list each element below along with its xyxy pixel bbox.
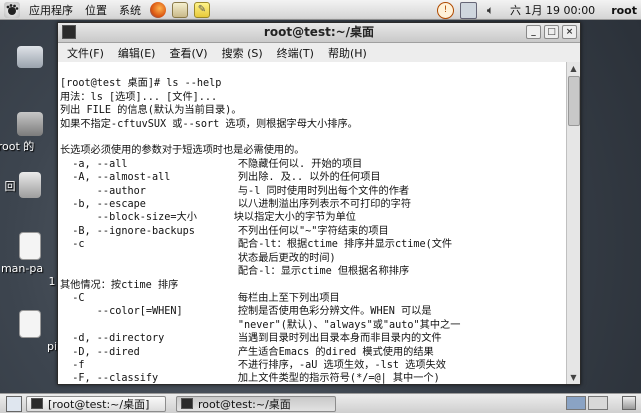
terminal-text: [root@test 桌面]# ls --help 用法：ls [选项]... […	[58, 62, 566, 384]
desktop-icon-label: root 的	[0, 140, 35, 153]
computer-icon	[17, 46, 43, 68]
minimize-button[interactable]: _	[526, 25, 541, 39]
taskbar-item-label: root@test:~/桌面	[198, 397, 291, 411]
scroll-down-arrow-icon[interactable]: ▼	[567, 371, 580, 384]
terminal-line: "never"(默认)、"always"或"auto"其中之一	[60, 319, 461, 331]
window-titlebar[interactable]: root@test:~/桌面 _ □ ×	[58, 23, 580, 43]
network-icon[interactable]	[460, 1, 477, 19]
terminal-line: -b, --escape 以八进制溢出序列表示不可打印的字符	[60, 199, 412, 211]
window-menubar: 文件(F) 编辑(E) 查看(V) 搜索 (S) 终端(T) 帮助(H)	[58, 43, 580, 63]
terminal-line: 长选项必须使用的参数对于短选项时也是必需使用的。	[60, 145, 305, 157]
desktop-icon-man-pages[interactable]: man-pa 1	[0, 232, 60, 288]
desktop-icon-trash[interactable]: 回	[0, 172, 60, 216]
menu-system[interactable]: 系统	[113, 2, 147, 18]
terminal-line: -c 配合-lt：根据ctime 排序并显示ctime(文件	[60, 239, 453, 251]
terminal-line: 其他情况：按ctime 排序	[60, 279, 179, 291]
window-title: root@test:~/桌面	[263, 25, 375, 39]
document-icon	[19, 310, 41, 338]
trash-applet-icon[interactable]	[622, 396, 636, 410]
terminal-line: -d, --directory 当遇到目录时列出目录本身而非目录内的文件	[60, 333, 442, 345]
show-desktop-button[interactable]	[6, 395, 22, 412]
terminal-line: -A, --almost-all 列出除. 及.. 以外的任何项目	[60, 172, 381, 184]
menu-file[interactable]: 文件(F)	[60, 45, 111, 61]
vertical-scrollbar[interactable]: ▲ ▼	[566, 62, 580, 384]
menu-help[interactable]: 帮助(H)	[321, 45, 374, 61]
terminal-line: --color[=WHEN] 控制是否使用色彩分辨文件。WHEN 可以是	[60, 306, 432, 318]
top-menu: 应用程序 位置 系统	[23, 0, 147, 19]
menu-applications[interactable]: 应用程序	[23, 2, 79, 18]
terminal-output[interactable]: [root@test 桌面]# ls --help 用法：ls [选项]... […	[58, 62, 566, 384]
top-panel: 应用程序 位置 系统 ✎ ! 🔈︎ 六 1月 19 00:00 root	[0, 0, 641, 20]
terminal-line: 配合-l：显示ctime 但根据名称排序	[60, 266, 410, 278]
notes-icon[interactable]: ✎	[194, 1, 210, 18]
clock[interactable]: 六 1月 19 00:00	[510, 2, 595, 18]
menu-places[interactable]: 位置	[79, 2, 113, 18]
terminal-icon	[181, 398, 193, 409]
volume-icon[interactable]: 🔈︎	[483, 3, 498, 18]
close-button[interactable]: ×	[562, 25, 577, 39]
terminal-icon	[31, 398, 43, 409]
menu-search[interactable]: 搜索 (S)	[215, 45, 270, 61]
terminal-line: [root@test 桌面]# ls --help	[60, 78, 222, 90]
desktop-icon-label: pi	[46, 340, 58, 353]
terminal-line: 列出 FILE 的信息(默认为当前目录)。	[60, 105, 242, 117]
terminal-line: 用法：ls [选项]... [文件]...	[60, 91, 218, 103]
bottom-panel: [root@test:~/桌面] root@test:~/桌面	[0, 393, 641, 413]
home-folder-icon	[17, 112, 43, 136]
workspace-2[interactable]	[588, 396, 608, 410]
menu-edit[interactable]: 编辑(E)	[111, 45, 163, 61]
maximize-button[interactable]: □	[544, 25, 559, 39]
taskbar-item-label: [root@test:~/桌面]	[48, 397, 150, 411]
terminal-line: 状态最后更改的时间)	[60, 252, 336, 264]
trash-icon	[19, 172, 41, 198]
terminal-window: root@test:~/桌面 _ □ × 文件(F) 编辑(E) 查看(V) 搜…	[57, 22, 581, 385]
update-icon[interactable]: !	[437, 1, 454, 19]
desktop-icon-label: man-pa	[0, 262, 44, 275]
firefox-icon[interactable]	[150, 1, 166, 18]
taskbar-item-terminal-2[interactable]: root@test:~/桌面	[176, 395, 336, 412]
menu-view[interactable]: 查看(V)	[162, 45, 214, 61]
gnome-foot-icon[interactable]	[4, 1, 20, 18]
desktop-icon-computer[interactable]	[0, 46, 60, 70]
scrollbar-thumb[interactable]	[568, 76, 580, 126]
terminal-line: -f 不进行排序，-aU 选项生效，-lst 选项失效	[60, 359, 446, 371]
desktop-icon-pi[interactable]: pi	[0, 310, 60, 353]
terminal-icon	[62, 25, 76, 39]
menu-terminal[interactable]: 终端(T)	[270, 45, 321, 61]
terminal-line: -a, --all 不隐藏任何以. 开始的项目	[60, 158, 363, 170]
mail-icon[interactable]	[172, 1, 188, 18]
taskbar-item-terminal-1[interactable]: [root@test:~/桌面]	[26, 395, 166, 412]
workspace-switcher	[566, 396, 608, 410]
terminal-line: --block-size=大小 块以指定大小的字节为单位	[60, 212, 356, 224]
system-tray: ! 🔈︎ 六 1月 19 00:00 root	[437, 0, 637, 20]
desktop-icon-label: 回	[4, 180, 16, 193]
terminal-line: --author 与-l 同时使用时列出每个文件的作者	[60, 185, 410, 197]
scroll-up-arrow-icon[interactable]: ▲	[567, 62, 580, 75]
workspace-1[interactable]	[566, 396, 586, 410]
terminal-line: 如果不指定-cftuvSUX 或--sort 选项，则根据字母大小排序。	[60, 118, 358, 130]
document-icon	[19, 232, 41, 260]
terminal-line: -F, --classify 加上文件类型的指示符号(*/=@| 其中一个)	[60, 373, 440, 384]
terminal-line: -B, --ignore-backups 不列出任何以"~"字符结束的项目	[60, 225, 389, 237]
terminal-line: -C 每栏由上至下列出项目	[60, 292, 340, 304]
user-name[interactable]: root	[611, 4, 637, 17]
desktop-icon-home[interactable]: root 的	[0, 112, 60, 154]
terminal-line: -D, --dired 产生适合Emacs 的dired 模式使用的结果	[60, 346, 434, 358]
window-controls: _ □ ×	[526, 25, 577, 39]
